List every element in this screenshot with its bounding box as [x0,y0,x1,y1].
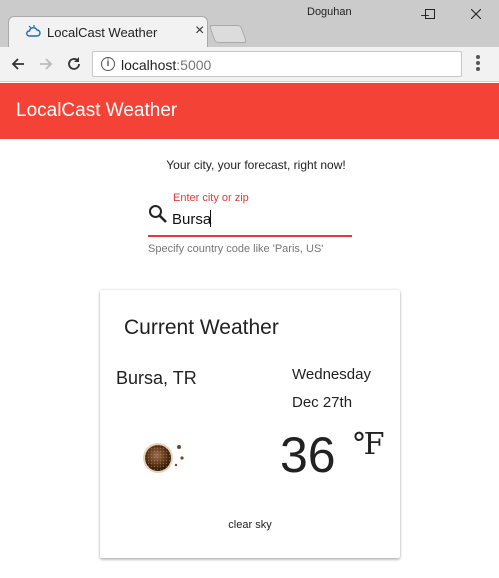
app-title: LocalCast Weather [16,100,178,121]
info-icon[interactable]: i [101,57,115,71]
profile-name[interactable]: Doguhan [307,6,352,18]
search-input[interactable] [172,209,342,229]
search-hint: Specify country code like 'Paris, US' [148,243,324,255]
search-label: Enter city or zip [173,192,249,204]
forward-button[interactable] [35,53,57,75]
temperature-unit: ℉ [353,427,385,462]
forward-icon [40,58,53,70]
tab-close-icon[interactable]: × [195,22,204,40]
url-host: localhost [121,57,177,73]
url-port: :5000 [176,57,212,73]
city-name: Bursa, TR [116,368,197,388]
maximize-button[interactable] [407,0,453,28]
back-icon [11,58,24,70]
weekday: Wednesday [292,366,371,383]
close-icon [471,9,481,19]
app-toolbar: LocalCast Weather [0,83,499,139]
current-weather-card: Current Weather Bursa, TR Wednesday Dec … [100,290,400,558]
tab-title: LocalCast Weather [47,25,158,40]
city-search: Enter city or zip Specify country code l… [148,190,352,260]
address-bar[interactable]: i localhost:5000 [92,51,462,77]
maximize-icon [425,9,435,19]
browser-toolbar: i localhost:5000 [0,47,499,82]
new-tab-button[interactable] [208,25,248,43]
reload-button[interactable] [63,53,85,75]
browser-titlebar: LocalCast Weather × Doguhan – [0,0,499,47]
back-button[interactable] [7,53,29,75]
search-underline [148,235,352,237]
forecast-date: Dec 27th [292,394,353,411]
temperature-value: 36 [280,427,336,483]
browser-tab[interactable]: LocalCast Weather × [8,16,208,47]
weather-description: clear sky [228,519,272,531]
menu-icon[interactable] [476,55,480,73]
search-icon [149,205,167,223]
reload-icon [68,57,80,70]
tagline: Your city, your forecast, right now! [166,158,346,172]
card-title: Current Weather [124,316,279,339]
text-caret [210,210,211,227]
close-window-button[interactable] [453,0,499,28]
url-text[interactable]: localhost:5000 [121,57,211,73]
clear-sky-night-icon [143,443,184,473]
cloud-icon [26,25,41,37]
